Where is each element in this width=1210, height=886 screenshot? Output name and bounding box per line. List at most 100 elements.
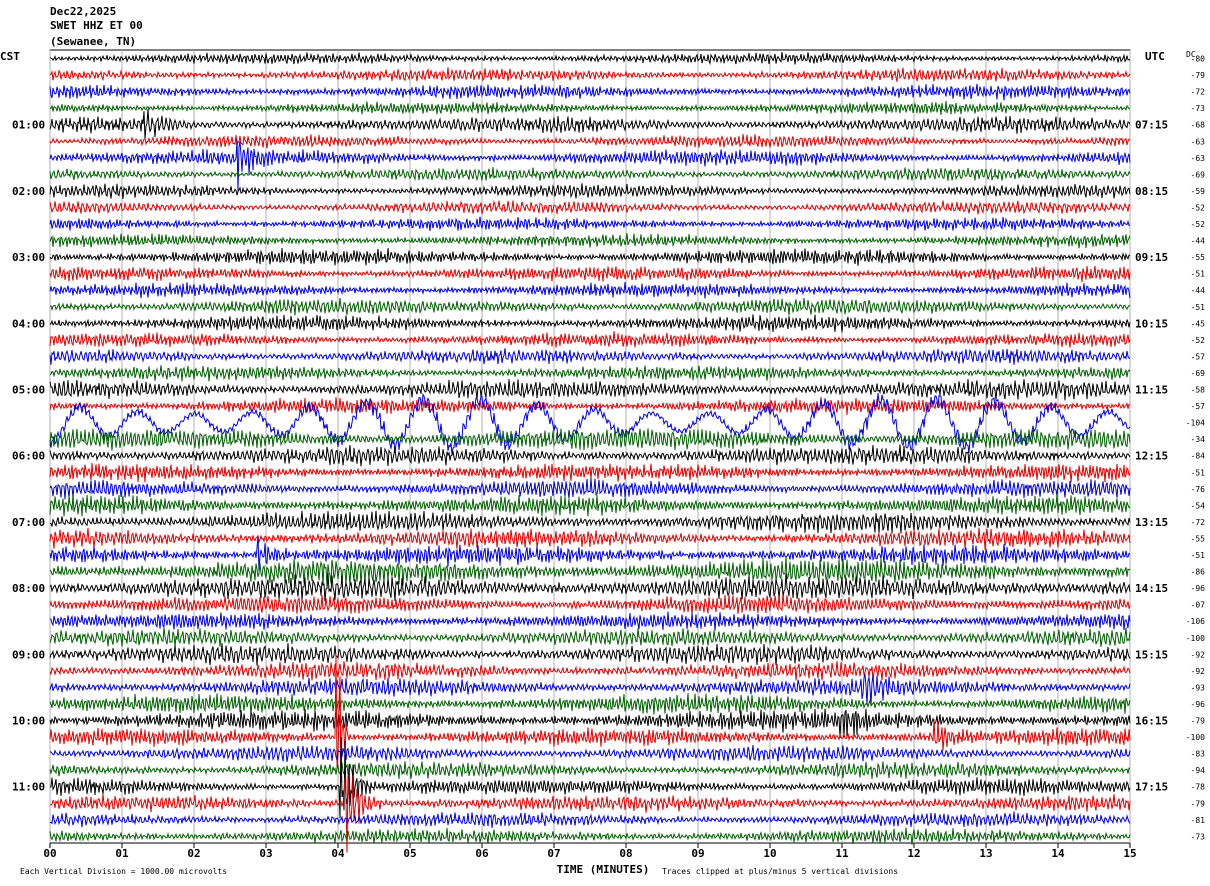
x-tick-label: 11 (835, 847, 849, 860)
dc-offset-label: -100 (1186, 634, 1205, 643)
left-axis-title: CST (0, 50, 20, 63)
trace-row-0 (49, 51, 1131, 66)
right-time-label: 11:15 (1135, 384, 1168, 397)
dc-offset-label: -93 (1191, 683, 1206, 692)
right-time-label: 10:15 (1135, 317, 1168, 330)
trace-row-13 (49, 265, 1131, 283)
trace-row-28 (49, 510, 1131, 534)
trace-row-16 (49, 314, 1131, 333)
trace-row-20 (49, 378, 1131, 401)
left-time-label: 04:00 (12, 317, 45, 330)
x-tick-label: 10 (763, 847, 776, 860)
dc-offset-label: -84 (1191, 452, 1206, 461)
x-tick-label: 07 (547, 847, 560, 860)
dc-offset-label: -55 (1191, 253, 1206, 262)
dc-offset-label: -54 (1191, 501, 1206, 510)
left-time-label: 02:00 (12, 185, 45, 198)
dc-offset-label: -51 (1191, 270, 1206, 279)
x-tick-label: 08 (619, 847, 632, 860)
right-time-label: 12:15 (1135, 450, 1168, 463)
dc-offset-label: -52 (1191, 203, 1206, 212)
trace-row-26 (49, 478, 1131, 500)
trace-row-31 (49, 556, 1131, 587)
trace-row-12 (49, 247, 1131, 266)
dc-offset-label: -44 (1191, 286, 1206, 295)
dc-offset-label: -94 (1191, 766, 1206, 775)
x-tick-label: 01 (115, 847, 129, 860)
dc-offset-label: -07 (1191, 601, 1206, 610)
right-time-label: 08:15 (1135, 185, 1168, 198)
dc-offset-label: -58 (1191, 386, 1206, 395)
dc-offset-label: -92 (1191, 667, 1206, 676)
x-tick-label: 02 (187, 847, 200, 860)
dc-offset-label: -72 (1191, 518, 1206, 527)
x-axis-label: TIME (MINUTES) (557, 863, 650, 876)
dc-offset-label: -51 (1191, 303, 1206, 312)
trace-row-27 (49, 493, 1131, 517)
trace-row-32 (49, 572, 1131, 602)
trace-row-6 (49, 139, 1131, 192)
dc-offset-label: -51 (1191, 468, 1206, 477)
dc-offset-label: -86 (1191, 568, 1206, 577)
trace-row-10 (49, 216, 1131, 231)
left-time-label: 05:00 (12, 384, 45, 397)
left-time-label: 09:00 (12, 648, 45, 661)
left-time-label: 10:00 (12, 715, 45, 728)
dc-offset-label: -52 (1191, 336, 1206, 345)
trace-row-34 (49, 611, 1131, 631)
dc-offset-label: -81 (1191, 816, 1206, 825)
x-tick-label: 04 (331, 847, 345, 860)
trace-row-17 (49, 331, 1131, 348)
trace-row-19 (49, 365, 1131, 382)
trace-row-5 (49, 134, 1131, 149)
left-time-label: 01:00 (12, 119, 45, 132)
right-time-label: 07:15 (1135, 119, 1168, 132)
trace-row-46 (49, 811, 1131, 829)
trace-row-39 (49, 693, 1131, 715)
x-tick-label: 15 (1123, 847, 1136, 860)
trace-row-11 (49, 233, 1131, 249)
right-time-label: 13:15 (1135, 516, 1168, 529)
trace-row-1 (49, 67, 1131, 82)
x-tick-label: 12 (907, 847, 920, 860)
x-tick-label: 05 (403, 847, 416, 860)
right-time-label: 15:15 (1135, 648, 1168, 661)
dc-offset-label: -59 (1191, 187, 1206, 196)
trace-row-38 (49, 673, 1131, 706)
dc-offset-label: -92 (1191, 650, 1206, 659)
trace-row-35 (49, 627, 1131, 647)
left-time-label: 07:00 (12, 516, 45, 529)
dc-offset-label: -44 (1191, 237, 1206, 246)
dc-offset-label: -45 (1191, 319, 1206, 328)
trace-row-8 (49, 183, 1131, 199)
dc-offset-label: -79 (1191, 717, 1206, 726)
clip-note: Traces clipped at plus/minus 5 vertical … (662, 867, 898, 876)
trace-row-44 (49, 737, 1131, 819)
trace-row-40 (49, 708, 1131, 738)
dc-offset-label: -63 (1191, 154, 1206, 163)
trace-row-7 (49, 167, 1131, 182)
x-tick-label: 03 (259, 847, 272, 860)
trace-row-37 (49, 661, 1131, 681)
trace-row-25 (49, 463, 1131, 483)
trace-row-36 (49, 643, 1131, 666)
left-time-label: 08:00 (12, 582, 45, 595)
dc-offset-label: -83 (1191, 750, 1206, 759)
trace-row-42 (49, 744, 1131, 763)
dc-offset-label: -55 (1191, 534, 1206, 543)
dc-offset-label: -106 (1186, 617, 1205, 626)
dc-offset-label: -69 (1191, 369, 1206, 378)
x-tick-label: 13 (979, 847, 992, 860)
trace-row-29 (49, 527, 1131, 550)
dc-offset-label: -80 (1191, 55, 1206, 64)
left-time-label: 03:00 (12, 251, 45, 264)
trace-row-2 (49, 83, 1131, 101)
x-tick-label: 09 (691, 847, 704, 860)
dc-offset-label: -73 (1191, 104, 1206, 113)
trace-row-18 (49, 348, 1131, 365)
scale-note: Each Vertical Division = 1000.00 microvo… (20, 867, 227, 876)
x-tick-label: 06 (475, 847, 489, 860)
seismogram-chart: 00 01 02 03 04 05 06 07 08 09 10 11 12 13 14 15CST UTC DC… (0, 49, 1206, 876)
trace-row-15 (49, 297, 1131, 316)
x-tick-label: 14 (1051, 847, 1065, 860)
